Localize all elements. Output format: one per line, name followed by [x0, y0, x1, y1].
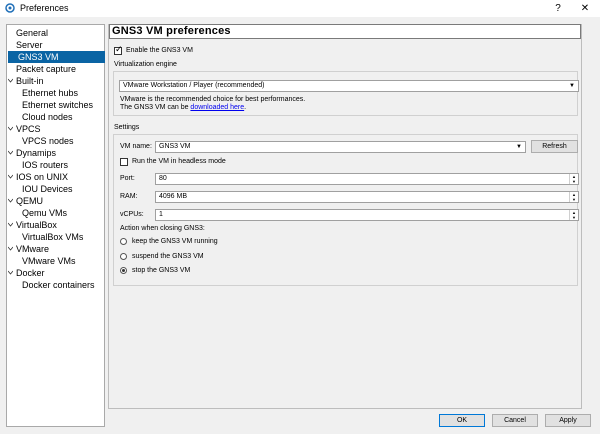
refresh-button[interactable]: Refresh [531, 140, 578, 153]
suspend-radio[interactable] [120, 253, 127, 260]
vcpus-label: vCPUs: [120, 211, 144, 218]
stop-radio[interactable] [120, 267, 127, 274]
spin-arrows-icon[interactable]: ▲ ▼ [569, 210, 578, 220]
closing-action-label: Action when closing GNS3: [120, 225, 205, 232]
tree-label: Built-in [16, 76, 44, 86]
window-title: Preferences [20, 3, 69, 13]
keep-running-radio[interactable] [120, 238, 127, 245]
radio-selected-dot [122, 269, 125, 272]
apply-button[interactable]: Apply [545, 414, 591, 427]
settings-label: Settings [114, 124, 140, 131]
tree-item-virtualbox-vms[interactable]: VirtualBox VMs [22, 231, 83, 243]
port-value: 80 [159, 175, 167, 182]
tree-label: VMware [16, 244, 50, 254]
title-bar: Preferences ? ✕ [0, 0, 600, 17]
download-link[interactable]: downloaded here [190, 104, 244, 111]
spin-arrows-icon[interactable]: ▲ ▼ [569, 192, 578, 202]
tree-item-built-in[interactable]: Built-in [8, 75, 44, 87]
vm-name-label: VM name: [120, 143, 152, 150]
engine-info-suffix: . [244, 104, 247, 111]
chevron-down-icon[interactable] [8, 174, 13, 179]
chevron-down-icon[interactable] [8, 198, 13, 203]
enable-gns3-vm-checkbox[interactable]: ✓ [114, 44, 123, 55]
spin-arrows-icon[interactable]: ▲ ▼ [569, 174, 578, 184]
chevron-down-icon[interactable] [8, 246, 13, 251]
ram-value: 4096 MB [159, 193, 188, 200]
tree-item-vmware-vms[interactable]: VMware VMs [22, 255, 76, 267]
tree-item-vmware[interactable]: VMware [8, 243, 50, 255]
tree-label: QEMU [16, 196, 43, 206]
tree-item-vpcs[interactable]: VPCS [8, 123, 41, 135]
panel-header: GNS3 VM preferences [109, 24, 581, 39]
port-spinbox[interactable]: 80 ▲ ▼ [155, 173, 579, 185]
chevron-down-icon[interactable] [8, 150, 13, 155]
tree-item-gns3-vm[interactable]: GNS3 VM [8, 51, 105, 63]
chevron-down-icon[interactable] [8, 270, 13, 275]
engine-info-line2: The GNS3 VM can be downloaded here. [120, 104, 246, 111]
tree-item-cloud-nodes[interactable]: Cloud nodes [22, 111, 73, 123]
tree-item-ethernet-hubs[interactable]: Ethernet hubs [22, 87, 78, 99]
help-button[interactable]: ? [545, 0, 571, 17]
tree-item-virtualbox[interactable]: VirtualBox [8, 219, 57, 231]
tree-item-ios-on-unix[interactable]: IOS on UNIX [8, 171, 69, 183]
virtualization-engine-select[interactable]: VMware Workstation / Player (recommended… [119, 80, 579, 92]
tree-item-iou-devices[interactable]: IOU Devices [22, 183, 73, 195]
virtualization-engine-label: Virtualization engine [114, 61, 177, 68]
dropdown-arrow-icon: ▼ [569, 83, 575, 89]
cancel-button[interactable]: Cancel [492, 414, 538, 427]
tree-label: IOS on UNIX [16, 172, 69, 182]
ram-label: RAM: [120, 193, 138, 200]
tree-item-vpcs-nodes[interactable]: VPCS nodes [22, 135, 74, 147]
vm-name-select[interactable]: GNS3 VM ▼ [155, 141, 526, 153]
tree-label: VPCS [16, 124, 41, 134]
vcpus-spinbox[interactable]: 1 ▲ ▼ [155, 209, 579, 221]
dropdown-arrow-icon: ▼ [516, 144, 522, 150]
vm-name-value: GNS3 VM [159, 143, 191, 150]
tree-item-qemu[interactable]: QEMU [8, 195, 43, 207]
enable-gns3-vm-label: Enable the GNS3 VM [126, 47, 193, 54]
engine-info-prefix: The GNS3 VM can be [120, 104, 191, 111]
headless-checkbox[interactable] [120, 158, 128, 166]
ok-button[interactable]: OK [439, 414, 485, 427]
tree-label: Dynamips [16, 148, 57, 158]
chevron-down-icon[interactable] [8, 222, 13, 227]
chevron-down-icon[interactable] [8, 78, 13, 83]
engine-info-line1: VMware is the recommended choice for bes… [120, 96, 306, 103]
tree-label: Docker [16, 268, 45, 278]
port-label: Port: [120, 175, 135, 182]
tree-label: VirtualBox [16, 220, 57, 230]
engine-value: VMware Workstation / Player (recommended… [123, 82, 265, 89]
tree-item-ios-routers[interactable]: IOS routers [22, 159, 68, 171]
gns3-logo-icon [5, 3, 15, 13]
tree-item-docker-containers[interactable]: Docker containers [22, 279, 95, 291]
stop-label: stop the GNS3 VM [132, 267, 191, 274]
tree-item-dynamips[interactable]: Dynamips [8, 147, 57, 159]
page-title: GNS3 VM preferences [112, 25, 231, 37]
checkmark-icon: ✓ [115, 44, 123, 54]
tree-item-qemu-vms[interactable]: Qemu VMs [22, 207, 67, 219]
suspend-label: suspend the GNS3 VM [132, 253, 204, 260]
tree-item-packet-capture[interactable]: Packet capture [16, 63, 76, 75]
chevron-down-icon[interactable] [8, 126, 13, 131]
tree-item-server[interactable]: Server [16, 39, 43, 51]
tree-item-docker[interactable]: Docker [8, 267, 45, 279]
tree-item-ethernet-switches[interactable]: Ethernet switches [22, 99, 93, 111]
preferences-tree: General Server GNS3 VM Packet capture Bu… [6, 24, 105, 427]
close-button[interactable]: ✕ [572, 0, 598, 17]
ram-spinbox[interactable]: 4096 MB ▲ ▼ [155, 191, 579, 203]
keep-running-label: keep the GNS3 VM running [132, 238, 218, 245]
headless-label: Run the VM in headless mode [132, 158, 226, 165]
vcpus-value: 1 [159, 211, 163, 218]
tree-item-general[interactable]: General [16, 27, 48, 39]
